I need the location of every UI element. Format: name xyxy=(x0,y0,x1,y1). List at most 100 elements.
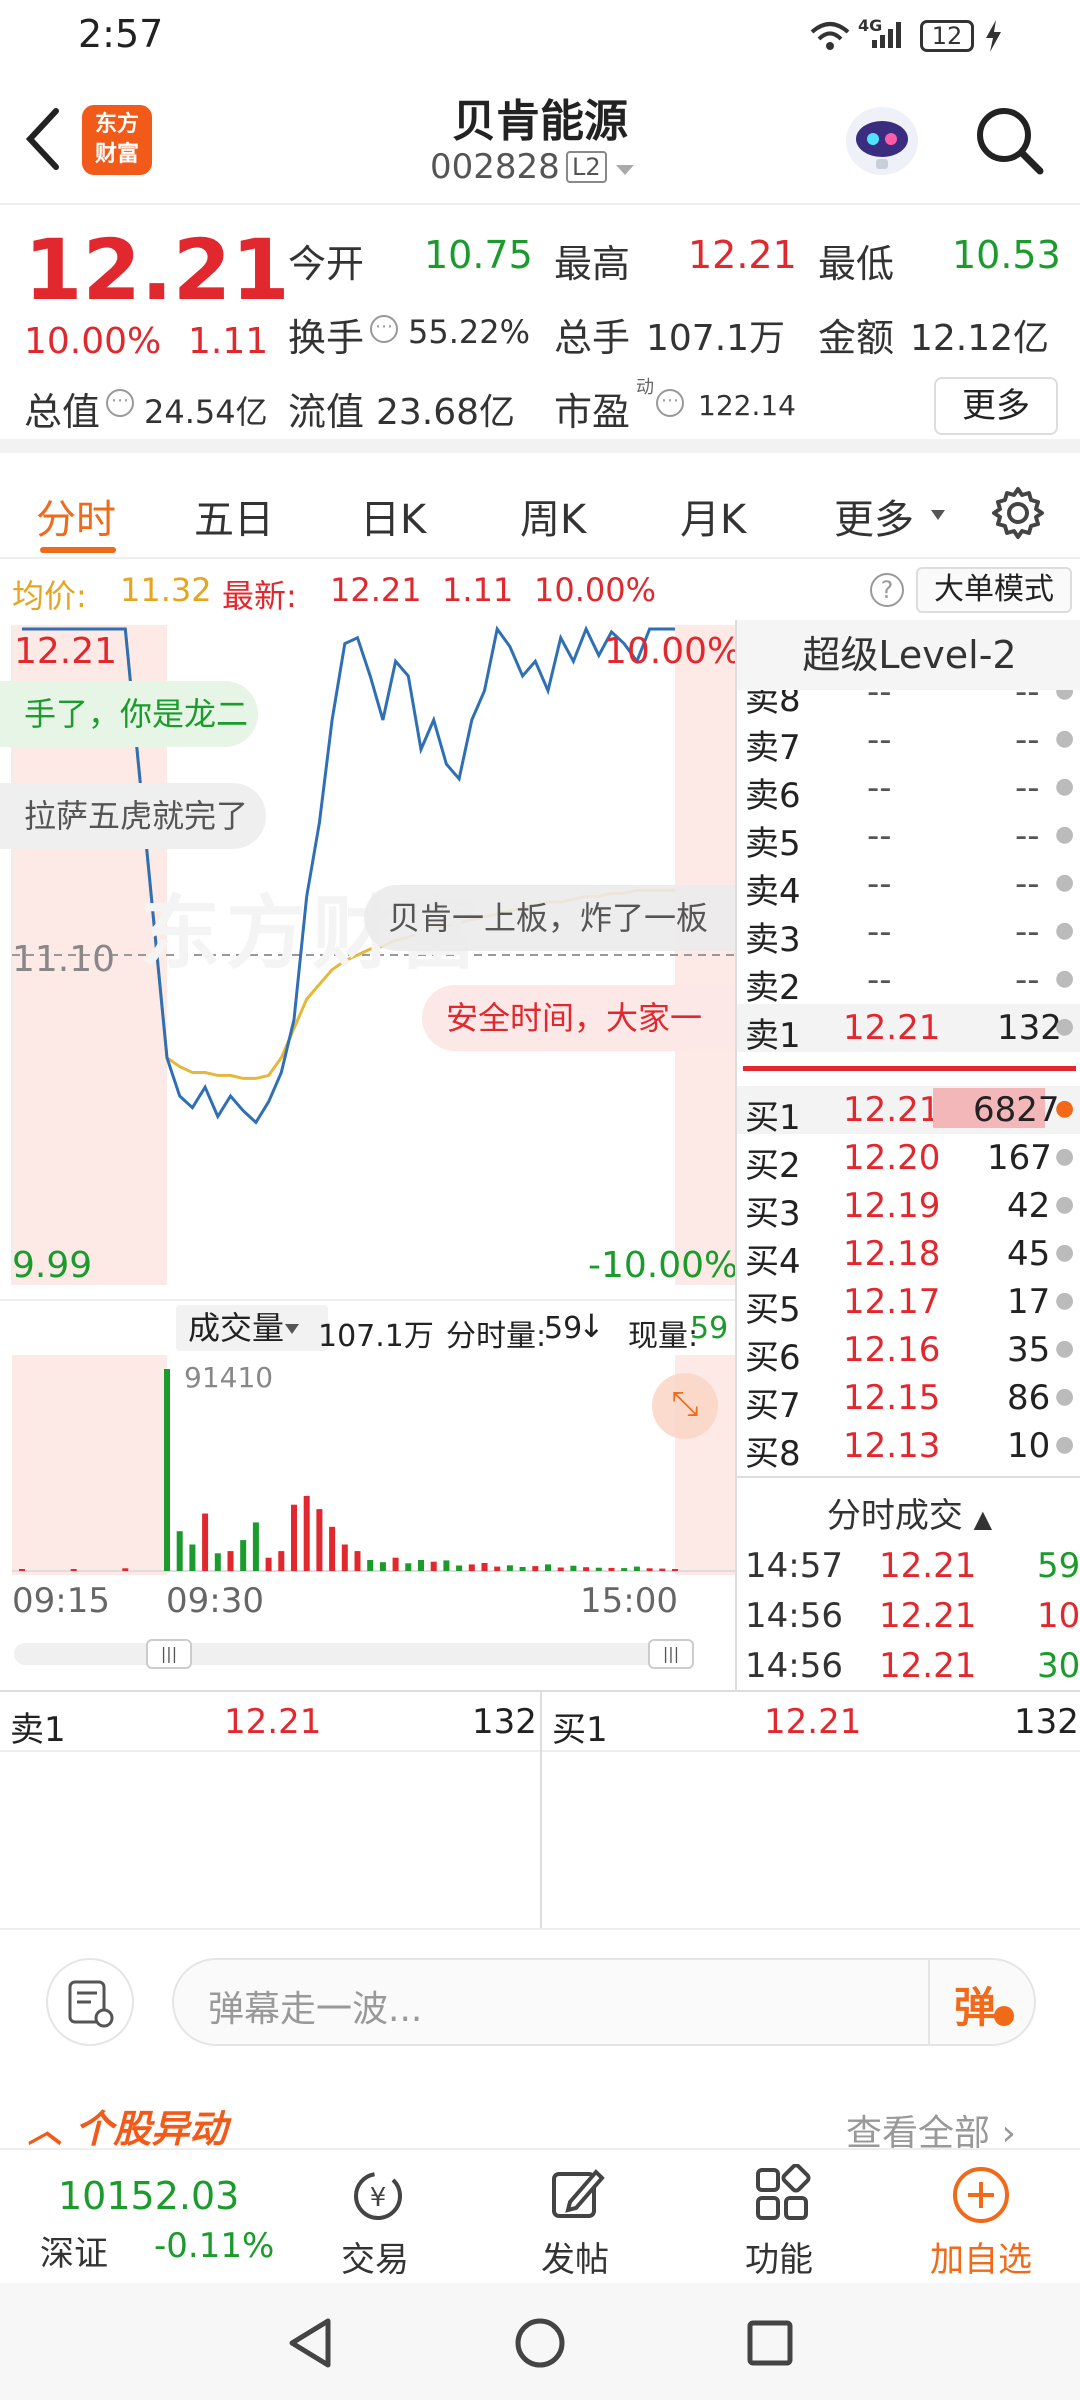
volume-bar xyxy=(545,1564,551,1571)
bid-row: 买6 12.16 35 ● xyxy=(737,1326,1080,1378)
volume-bar xyxy=(303,1495,310,1571)
nav-function-label: 功能 xyxy=(745,2240,813,2280)
robot-avatar-icon[interactable] xyxy=(842,101,922,181)
search-icon[interactable] xyxy=(974,105,1046,177)
high-value: 12.21 xyxy=(688,233,797,277)
volume-bar xyxy=(240,1540,247,1571)
bid-volume: 10 xyxy=(1007,1426,1051,1466)
volume-bar xyxy=(595,1567,602,1571)
battery-level: 12 xyxy=(931,22,963,50)
volume-bar xyxy=(70,1569,77,1571)
tab-daily-k[interactable]: 日K xyxy=(360,487,426,545)
tab-five-day[interactable]: 五日 xyxy=(194,487,274,545)
back-icon[interactable] xyxy=(22,107,62,171)
logo-line-2: 财富 xyxy=(94,142,139,167)
bid-label: 买4 xyxy=(745,1242,801,1282)
nav-add-label: 加自选 xyxy=(930,2240,1032,2280)
volume-bar xyxy=(379,1562,386,1571)
danmaku-send-button[interactable]: 弹 xyxy=(954,1974,996,2035)
ask-row: 卖6 -- -- ● xyxy=(737,764,1080,816)
volume-label: 总手 xyxy=(554,316,631,360)
range-slider-right-handle[interactable]: ||| xyxy=(648,1639,694,1669)
news-section-title[interactable]: ︿ 个股异动 xyxy=(28,2098,227,2153)
avg-value: 11.32 xyxy=(120,571,212,609)
period-tabs: 分时 五日 日K 周K 月K 更多 xyxy=(0,467,1080,559)
tick-volume: 30 xyxy=(1037,1646,1080,1686)
info-icon[interactable]: ⋯ xyxy=(656,389,684,417)
system-back-icon[interactable] xyxy=(282,2315,338,2371)
range-slider-track[interactable] xyxy=(14,1643,694,1665)
spread-divider xyxy=(743,1066,1076,1071)
volume-bar xyxy=(227,1551,234,1571)
nav-post[interactable]: 发帖 xyxy=(500,2150,650,2285)
volume-bar xyxy=(265,1557,272,1571)
tick-list-title[interactable]: 分时成交 ▲ xyxy=(737,1488,1080,1537)
ask-price: -- xyxy=(867,960,892,1000)
range-slider-left-handle[interactable]: ||| xyxy=(146,1639,192,1669)
dot-icon: ● xyxy=(1055,1288,1075,1313)
volume-value: 107.1万 xyxy=(646,318,786,359)
volume-bar xyxy=(583,1567,590,1571)
more-button[interactable]: 更多 xyxy=(934,377,1058,435)
ask-label: 卖4 xyxy=(745,872,801,912)
app-logo[interactable]: 东方 财富 xyxy=(82,105,152,175)
ask-row: 卖1 12.21 132 ● xyxy=(737,1004,1080,1056)
chart-top-pct: 10.00% xyxy=(604,631,742,672)
bid-label: 买3 xyxy=(745,1194,801,1234)
chart-bottom-pct: -10.00% xyxy=(588,1245,739,1286)
tick-time: 14:56 xyxy=(745,1596,843,1636)
settings-gear-icon[interactable] xyxy=(990,485,1046,541)
info-icon[interactable]: ⋯ xyxy=(370,315,398,343)
tab-more-dropdown-icon[interactable] xyxy=(930,509,946,521)
logo-line-1: 东方 xyxy=(94,112,139,137)
tab-weekly-k[interactable]: 周K xyxy=(520,487,586,545)
ask-row: 卖8 -- -- ● xyxy=(737,690,1080,720)
tab-more[interactable]: 更多 xyxy=(834,487,914,545)
danmaku-bubble[interactable]: 拉萨五虎就完了 xyxy=(0,783,266,849)
system-home-icon[interactable] xyxy=(512,2315,568,2371)
volume-bar xyxy=(278,1551,285,1571)
status-time: 2:57 xyxy=(78,12,164,56)
bid-row: 买3 12.19 42 ● xyxy=(737,1182,1080,1234)
big-order-mode-button[interactable]: 大单模式 xyxy=(916,567,1072,613)
tab-monthly-k[interactable]: 月K xyxy=(680,487,746,545)
volume-bar xyxy=(443,1560,450,1571)
danmaku-bubble[interactable]: 手了，你是龙二 xyxy=(0,681,258,747)
volume-bar xyxy=(430,1561,437,1571)
fullscreen-icon[interactable]: ⤡ xyxy=(652,1373,718,1439)
tab-intraday[interactable]: 分时 xyxy=(36,487,116,545)
system-recents-icon[interactable] xyxy=(742,2315,798,2371)
float-value: 23.68亿 xyxy=(376,392,516,433)
danmaku-bubble[interactable]: 安全时间，大家一 xyxy=(422,985,735,1051)
ask-volume: -- xyxy=(1015,960,1040,1000)
danmaku-bubble[interactable]: 贝肯一上板，炸了一板 xyxy=(364,885,735,951)
ask-volume: -- xyxy=(1015,720,1040,760)
code-dropdown-icon[interactable] xyxy=(614,163,636,177)
level2-title[interactable]: 超级Level-2 xyxy=(737,620,1080,690)
volume-dropdown-icon[interactable] xyxy=(284,1323,300,1335)
volume-bar xyxy=(468,1564,475,1571)
index-ticker[interactable]: 10152.03 深证 -0.11% xyxy=(0,2150,290,2285)
nav-function[interactable]: 功能 xyxy=(704,2150,854,2285)
nav-add-watchlist[interactable]: 加自选 xyxy=(906,2150,1056,2285)
help-icon[interactable]: ? xyxy=(870,573,904,607)
trade-icon: ¥ xyxy=(354,2172,402,2220)
ask-volume: -- xyxy=(1015,912,1040,952)
nav-trade[interactable]: ¥ 交易 xyxy=(300,2150,450,2285)
info-icon[interactable]: ⋯ xyxy=(106,389,134,417)
bid-book: 买1 12.21 6827 ● 买2 12.20 167 ● 买3 12.19 42 ● 买4 12… xyxy=(737,1086,1080,1486)
dot-icon: ● xyxy=(1055,1014,1075,1039)
charging-icon xyxy=(986,20,1001,52)
danmaku-input[interactable]: 弹幕走一波... 弹 xyxy=(172,1958,1036,2046)
volume-bar xyxy=(367,1560,374,1571)
now-volume-label: 现量: xyxy=(628,1319,699,1354)
volume-chart[interactable] xyxy=(0,1355,735,1575)
volume-bar xyxy=(316,1509,323,1571)
volume-bar xyxy=(557,1567,564,1571)
danmaku-settings-icon[interactable] xyxy=(46,1958,134,2046)
volume-bar xyxy=(633,1566,640,1571)
volume-selector[interactable]: 成交量 xyxy=(176,1305,329,1351)
tick-price: 12.21 xyxy=(879,1596,977,1636)
stock-name[interactable]: 贝肯能源 xyxy=(340,85,740,149)
tick-volume: 10 xyxy=(1037,1596,1080,1636)
